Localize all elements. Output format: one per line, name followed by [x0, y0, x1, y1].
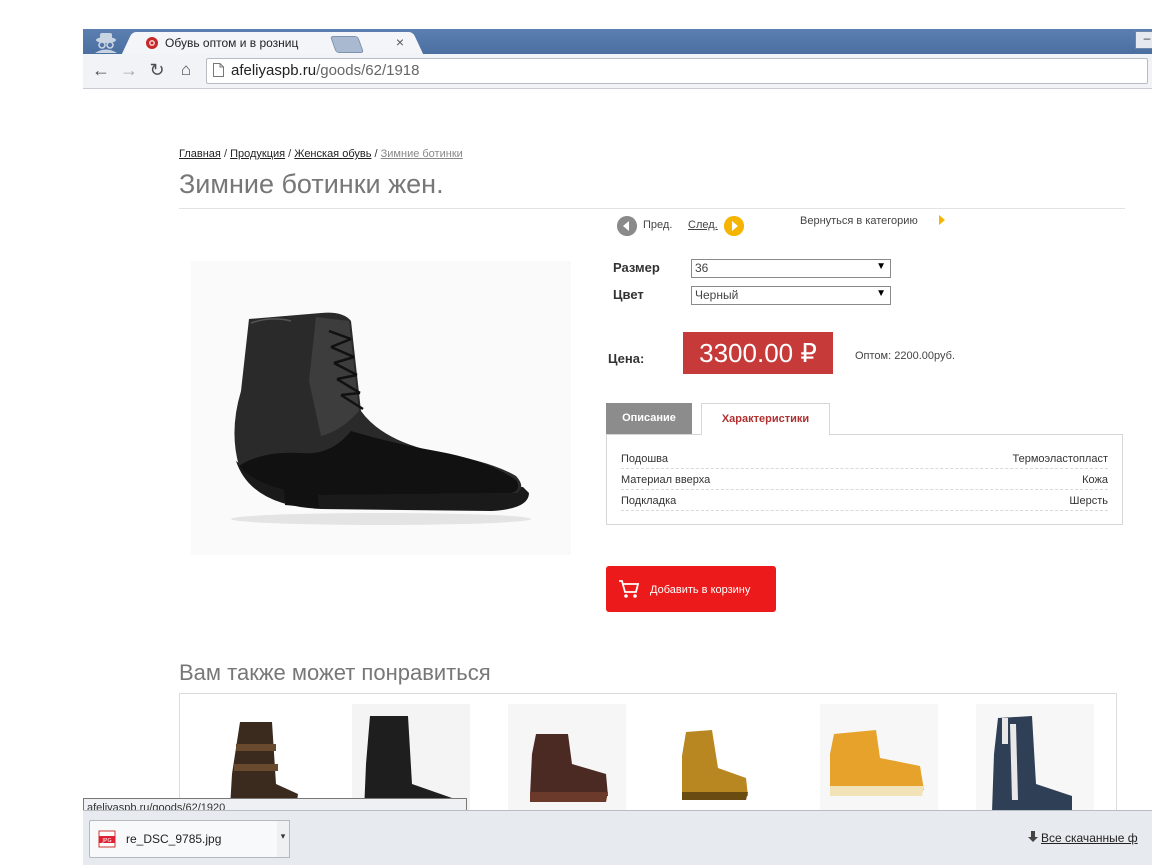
size-label: Размер: [613, 260, 660, 275]
tab-title: Обувь оптом и в розниц: [165, 36, 299, 50]
spec-row: Материал вверха Кожа: [621, 469, 1108, 490]
spec-row: Подкладка Шерсть: [621, 490, 1108, 511]
recommend-title: Вам также может понравиться: [179, 660, 491, 685]
recommend-carousel: [179, 693, 1117, 815]
breadcrumb-products[interactable]: Продукция: [230, 148, 285, 160]
svg-text:JPG: JPG: [101, 838, 111, 844]
download-menu-button[interactable]: ▾: [277, 820, 290, 858]
breadcrumb-current[interactable]: Зимние ботинки: [381, 148, 463, 160]
add-to-cart-button[interactable]: Добавить в корзину: [606, 566, 776, 612]
download-arrow-icon: [1028, 831, 1038, 842]
color-select[interactable]: Черный ▼: [691, 286, 891, 305]
product-thumb[interactable]: [508, 704, 626, 814]
close-icon[interactable]: ×: [396, 34, 404, 50]
window-minimize-button[interactable]: –: [1135, 31, 1152, 49]
tab-characteristics[interactable]: Характеристики: [701, 403, 830, 435]
home-icon[interactable]: ⌂: [176, 60, 196, 80]
chevron-down-icon: ▼: [876, 261, 886, 272]
next-link[interactable]: След.: [688, 219, 718, 231]
add-to-cart-label: Добавить в корзину: [650, 584, 751, 596]
show-all-downloads-link[interactable]: Все скачанные ф: [1041, 831, 1138, 845]
price-label: Цена:: [608, 351, 645, 366]
url-text: afeliyaspb.ru/goods/62/1918: [231, 62, 420, 79]
back-icon[interactable]: ←: [91, 60, 111, 80]
download-file-name: re_DSC_9785.jpg: [126, 832, 222, 846]
prev-link[interactable]: Пред.: [643, 219, 672, 231]
downloads-bar: JPG re_DSC_9785.jpg ▾ Все скачанные ф: [83, 810, 1152, 865]
breadcrumb: Главная / Продукция / Женская обувь / Зи…: [179, 148, 463, 160]
product-thumb[interactable]: [820, 704, 938, 814]
next-arrow-icon[interactable]: [724, 216, 744, 236]
address-bar[interactable]: afeliyaspb.ru/goods/62/1918: [206, 58, 1148, 84]
product-image[interactable]: [191, 261, 571, 555]
page-icon: [213, 63, 224, 77]
favicon-icon: [146, 37, 158, 49]
breadcrumb-women[interactable]: Женская обувь: [294, 148, 371, 160]
color-label: Цвет: [613, 287, 644, 302]
tab-strip: Обувь оптом и в розниц × –: [83, 29, 1152, 54]
size-select[interactable]: 36 ▼: [691, 259, 891, 278]
jpg-file-icon: JPG: [98, 830, 116, 848]
spec-row: Подошва Термоэластопласт: [621, 448, 1108, 469]
page-title: Зимние ботинки жен.: [179, 169, 444, 199]
chevron-down-icon: ▼: [876, 288, 886, 299]
back-category-arrow-icon: [939, 215, 945, 225]
download-item[interactable]: JPG re_DSC_9785.jpg: [89, 820, 284, 858]
desktop-top: [0, 0, 1152, 29]
tab-active[interactable]: Обувь оптом и в розниц ×: [135, 32, 410, 54]
product-thumb[interactable]: [666, 704, 784, 814]
forward-icon[interactable]: →: [119, 60, 139, 80]
cart-icon: [619, 580, 640, 598]
desktop-left: [0, 0, 83, 864]
prev-arrow-icon[interactable]: [617, 216, 637, 236]
browser-toolbar: ← → ↻ ⌂ afeliyaspb.ru/goods/62/1918: [83, 54, 1152, 89]
price-value: 3300.00 ₽: [683, 332, 833, 374]
back-to-category-link[interactable]: Вернуться в категорию: [800, 215, 918, 227]
reload-icon[interactable]: ↻: [147, 60, 167, 80]
incognito-icon: [95, 33, 117, 53]
product-thumb[interactable]: [976, 704, 1094, 814]
web-page: Главная / Продукция / Женская обувь / Зи…: [83, 89, 1152, 815]
title-divider: [179, 208, 1125, 209]
breadcrumb-home[interactable]: Главная: [179, 148, 221, 160]
specs-panel: Подошва Термоэластопласт Материал вверха…: [606, 434, 1123, 525]
tab-description[interactable]: Описание: [606, 403, 692, 434]
wholesale-price: Оптом: 2200.00руб.: [855, 350, 955, 362]
